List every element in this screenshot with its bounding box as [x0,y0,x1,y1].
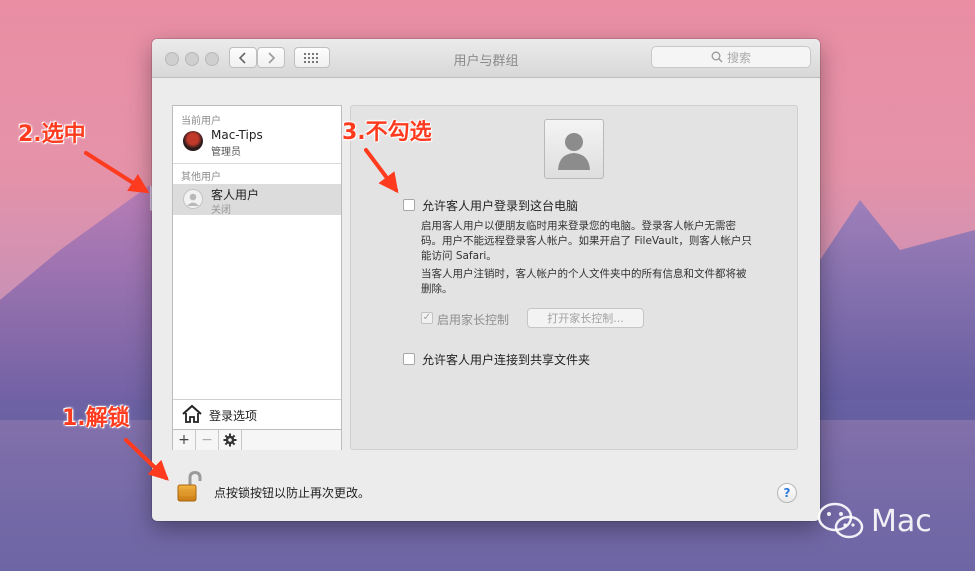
parental-controls-checkbox[interactable]: ✓ [421,312,433,324]
guest-settings-pane: 允许客人用户登录到这台电脑 启用客人用户以便朋友临时用来登录您的电脑。登录客人帐… [350,105,798,450]
allow-guest-login-label: 允许客人用户登录到这台电脑 [422,199,579,213]
lock-hint-text: 点按锁按钮以防止再次更改。 [214,486,371,500]
user-row-mac-tips[interactable]: Mac-Tips 管理员 [173,126,341,158]
guest-description-2: 当客人用户注销时，客人帐户的个人文件夹中的所有信息和文件都将被 删除。 [421,268,747,295]
open-parental-controls-button[interactable]: 打开家长控制... [527,308,644,328]
title-bar: 用户与群组 搜索 [152,39,820,78]
users-groups-window: 用户与群组 搜索 当前用户 Mac-Tips 管理员 其他用户 客人用户 关闭 [152,39,820,521]
guest-description-1: 启用客人用户以便朋友临时用来登录您的电脑。登录客人帐户无需密 码。用户不能远程登… [421,220,752,262]
guest-avatar [183,189,203,209]
login-options-item[interactable]: 登录选项 [173,399,341,428]
wechat-icon [817,502,864,539]
annotation-step-2: 2.选中 [18,122,86,147]
house-icon [182,404,202,423]
allow-guest-shared-folders-checkbox[interactable] [403,353,415,365]
action-menu-button[interactable] [219,430,242,450]
allow-guest-shared-folders-label: 允许客人用户连接到共享文件夹 [422,353,591,367]
guest-picture[interactable] [544,119,604,179]
gear-icon [223,433,237,447]
user-status: 关闭 [211,205,231,216]
parental-controls-label: 启用家长控制 [437,313,510,327]
watermark: Mac [817,502,932,540]
person-silhouette-icon [558,133,590,170]
search-icon [711,51,723,63]
avatar [183,131,203,151]
add-user-button[interactable]: + [173,430,196,450]
user-row-guest[interactable]: 客人用户 关闭 [173,184,341,216]
user-list-sidebar: 当前用户 Mac-Tips 管理员 其他用户 客人用户 关闭 登录选项 + − [172,105,342,450]
user-role: 管理员 [211,147,241,158]
person-silhouette-icon [187,193,199,206]
search-placeholder: 搜索 [726,50,751,65]
help-button[interactable]: ? [777,483,797,503]
watermark-text: Mac [871,503,932,539]
user-name: Mac-Tips [211,128,263,142]
sidebar-toolbar: + − [173,429,341,450]
annotation-step-1: 1.解锁 [62,406,130,431]
annotation-step-3: 3.不勾选 [342,120,432,145]
search-field[interactable]: 搜索 [651,46,811,68]
remove-user-button[interactable]: − [196,430,219,450]
login-options-label: 登录选项 [209,409,258,423]
other-users-header: 其他用户 [181,172,221,183]
divider [173,163,341,164]
allow-guest-login-checkbox[interactable] [403,199,415,211]
unlocked-padlock-icon[interactable] [176,471,202,503]
current-users-header: 当前用户 [181,116,221,127]
